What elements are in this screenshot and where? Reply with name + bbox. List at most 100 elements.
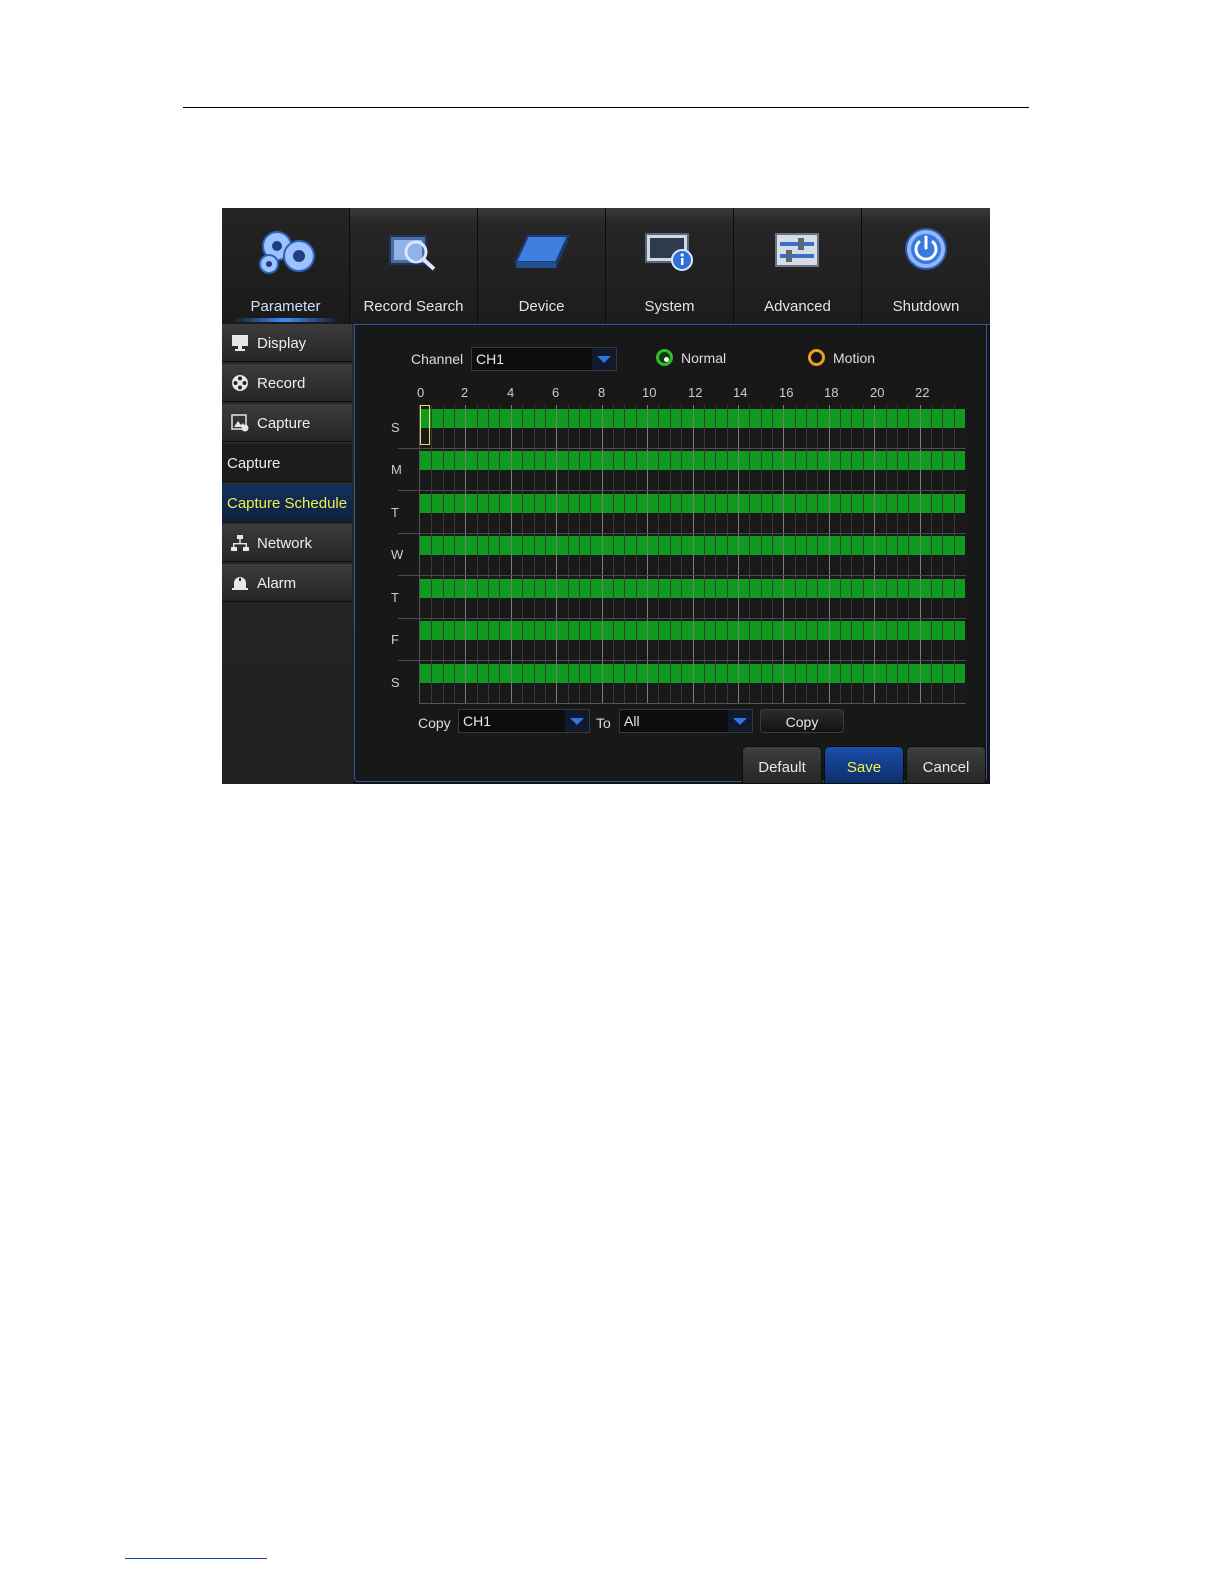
hour-label: 0 — [417, 385, 425, 400]
grid-line — [829, 405, 830, 703]
grid-line — [545, 405, 546, 703]
footer-link-underline — [125, 1558, 267, 1559]
tab-system[interactable]: System — [606, 208, 734, 324]
grid-line — [477, 405, 478, 703]
sidebar-item-record[interactable]: Record — [222, 364, 352, 402]
sidebar-subitem-capture-schedule[interactable]: Capture Schedule — [222, 484, 352, 522]
monitor-info-icon — [606, 228, 733, 278]
grid-line — [738, 405, 739, 703]
grid-line — [840, 405, 841, 703]
grid-line — [590, 405, 591, 703]
sidebar-item-label: Capture Schedule — [227, 495, 348, 512]
dvr-menu-window: Parameter Record Search Device System Ad… — [222, 208, 990, 784]
grid-line — [624, 405, 625, 703]
grid-line — [749, 405, 750, 703]
grid-line — [681, 405, 682, 703]
grid-line — [511, 405, 512, 703]
tab-device[interactable]: Device — [478, 208, 606, 324]
sliders-icon — [734, 228, 861, 278]
grid-row-separator — [398, 618, 966, 619]
sidebar-item-label: Capture — [257, 415, 311, 432]
page-top-rule — [183, 107, 1029, 108]
sidebar-item-label: Record — [257, 375, 306, 392]
sidebar-item-capture[interactable]: Capture — [222, 404, 352, 442]
tab-label: System — [644, 298, 695, 315]
hour-label: 12 — [688, 385, 703, 400]
sidebar-subitem-capture[interactable]: Capture — [222, 444, 352, 482]
tab-record-search[interactable]: Record Search — [350, 208, 478, 324]
tab-advanced[interactable]: Advanced — [734, 208, 862, 324]
grid-line — [431, 405, 432, 703]
copy-to-value: All — [624, 713, 640, 729]
hour-label: 20 — [870, 385, 885, 400]
grid-row-separator — [398, 533, 966, 534]
grid-line — [851, 405, 852, 703]
grid-line — [454, 405, 455, 703]
tab-label: Shutdown — [892, 298, 960, 315]
monitor-icon — [232, 335, 248, 351]
grid-line — [443, 405, 444, 703]
day-label: F — [391, 632, 399, 647]
power-icon — [862, 228, 990, 278]
grid-line — [920, 405, 921, 703]
mode-normal-label: Normal — [681, 350, 727, 366]
radio-unselected-icon — [808, 349, 825, 366]
radio-selected-icon — [656, 349, 673, 366]
hour-label: 18 — [824, 385, 839, 400]
grid-line — [693, 405, 694, 703]
hour-label: 6 — [552, 385, 560, 400]
channel-label: Channel — [411, 351, 464, 367]
sidebar-item-network[interactable]: Network — [222, 524, 352, 562]
hour-label: 8 — [598, 385, 606, 400]
chevron-down-icon — [565, 710, 589, 732]
grid-line — [613, 405, 614, 703]
hour-label: 16 — [779, 385, 794, 400]
default-button[interactable]: Default — [742, 746, 822, 784]
day-label: S — [391, 675, 400, 690]
grid-line — [704, 405, 705, 703]
grid-line — [602, 405, 603, 703]
day-label: T — [391, 505, 399, 520]
cancel-button[interactable]: Cancel — [906, 746, 986, 784]
image-capture-icon — [231, 414, 249, 432]
sidebar-item-label: Network — [257, 535, 313, 552]
grid-line — [942, 405, 943, 703]
grid-line — [761, 405, 762, 703]
sidebar: Display Record Capture Capture Capture S… — [222, 324, 354, 784]
channel-select[interactable]: CH1 — [471, 347, 617, 371]
grid-cursor — [420, 405, 430, 445]
sidebar-item-alarm[interactable]: Alarm — [222, 564, 352, 602]
grid-line — [465, 405, 466, 703]
channel-select-value: CH1 — [476, 351, 505, 367]
grid-line — [874, 405, 875, 703]
hour-label: 2 — [461, 385, 469, 400]
grid-line — [783, 405, 784, 703]
hour-label: 10 — [642, 385, 657, 400]
grid-row-separator — [398, 448, 966, 449]
hard-drive-icon — [478, 228, 605, 278]
sidebar-item-display[interactable]: Display — [222, 324, 352, 362]
schedule-grid[interactable] — [398, 405, 966, 704]
grid-line — [579, 405, 580, 703]
grid-line — [568, 405, 569, 703]
hour-label: 4 — [507, 385, 515, 400]
grid-line — [636, 405, 637, 703]
alarm-bell-icon — [232, 577, 248, 590]
grid-line — [658, 405, 659, 703]
tab-parameter[interactable]: Parameter — [222, 208, 350, 324]
grid-line — [886, 405, 887, 703]
chevron-down-icon — [728, 710, 752, 732]
tab-label: Advanced — [764, 298, 831, 315]
tab-shutdown[interactable]: Shutdown — [862, 208, 990, 324]
copy-to-select[interactable]: All — [619, 709, 753, 733]
copy-from-select[interactable]: CH1 — [458, 709, 590, 733]
save-button[interactable]: Save — [824, 746, 904, 784]
day-label: T — [391, 590, 399, 605]
grid-row-separator — [398, 660, 966, 661]
grid-line — [670, 405, 671, 703]
network-icon — [231, 535, 249, 551]
film-reel-icon — [232, 375, 248, 391]
grid-line — [772, 405, 773, 703]
grid-line — [863, 405, 864, 703]
copy-button[interactable]: Copy — [760, 709, 844, 733]
